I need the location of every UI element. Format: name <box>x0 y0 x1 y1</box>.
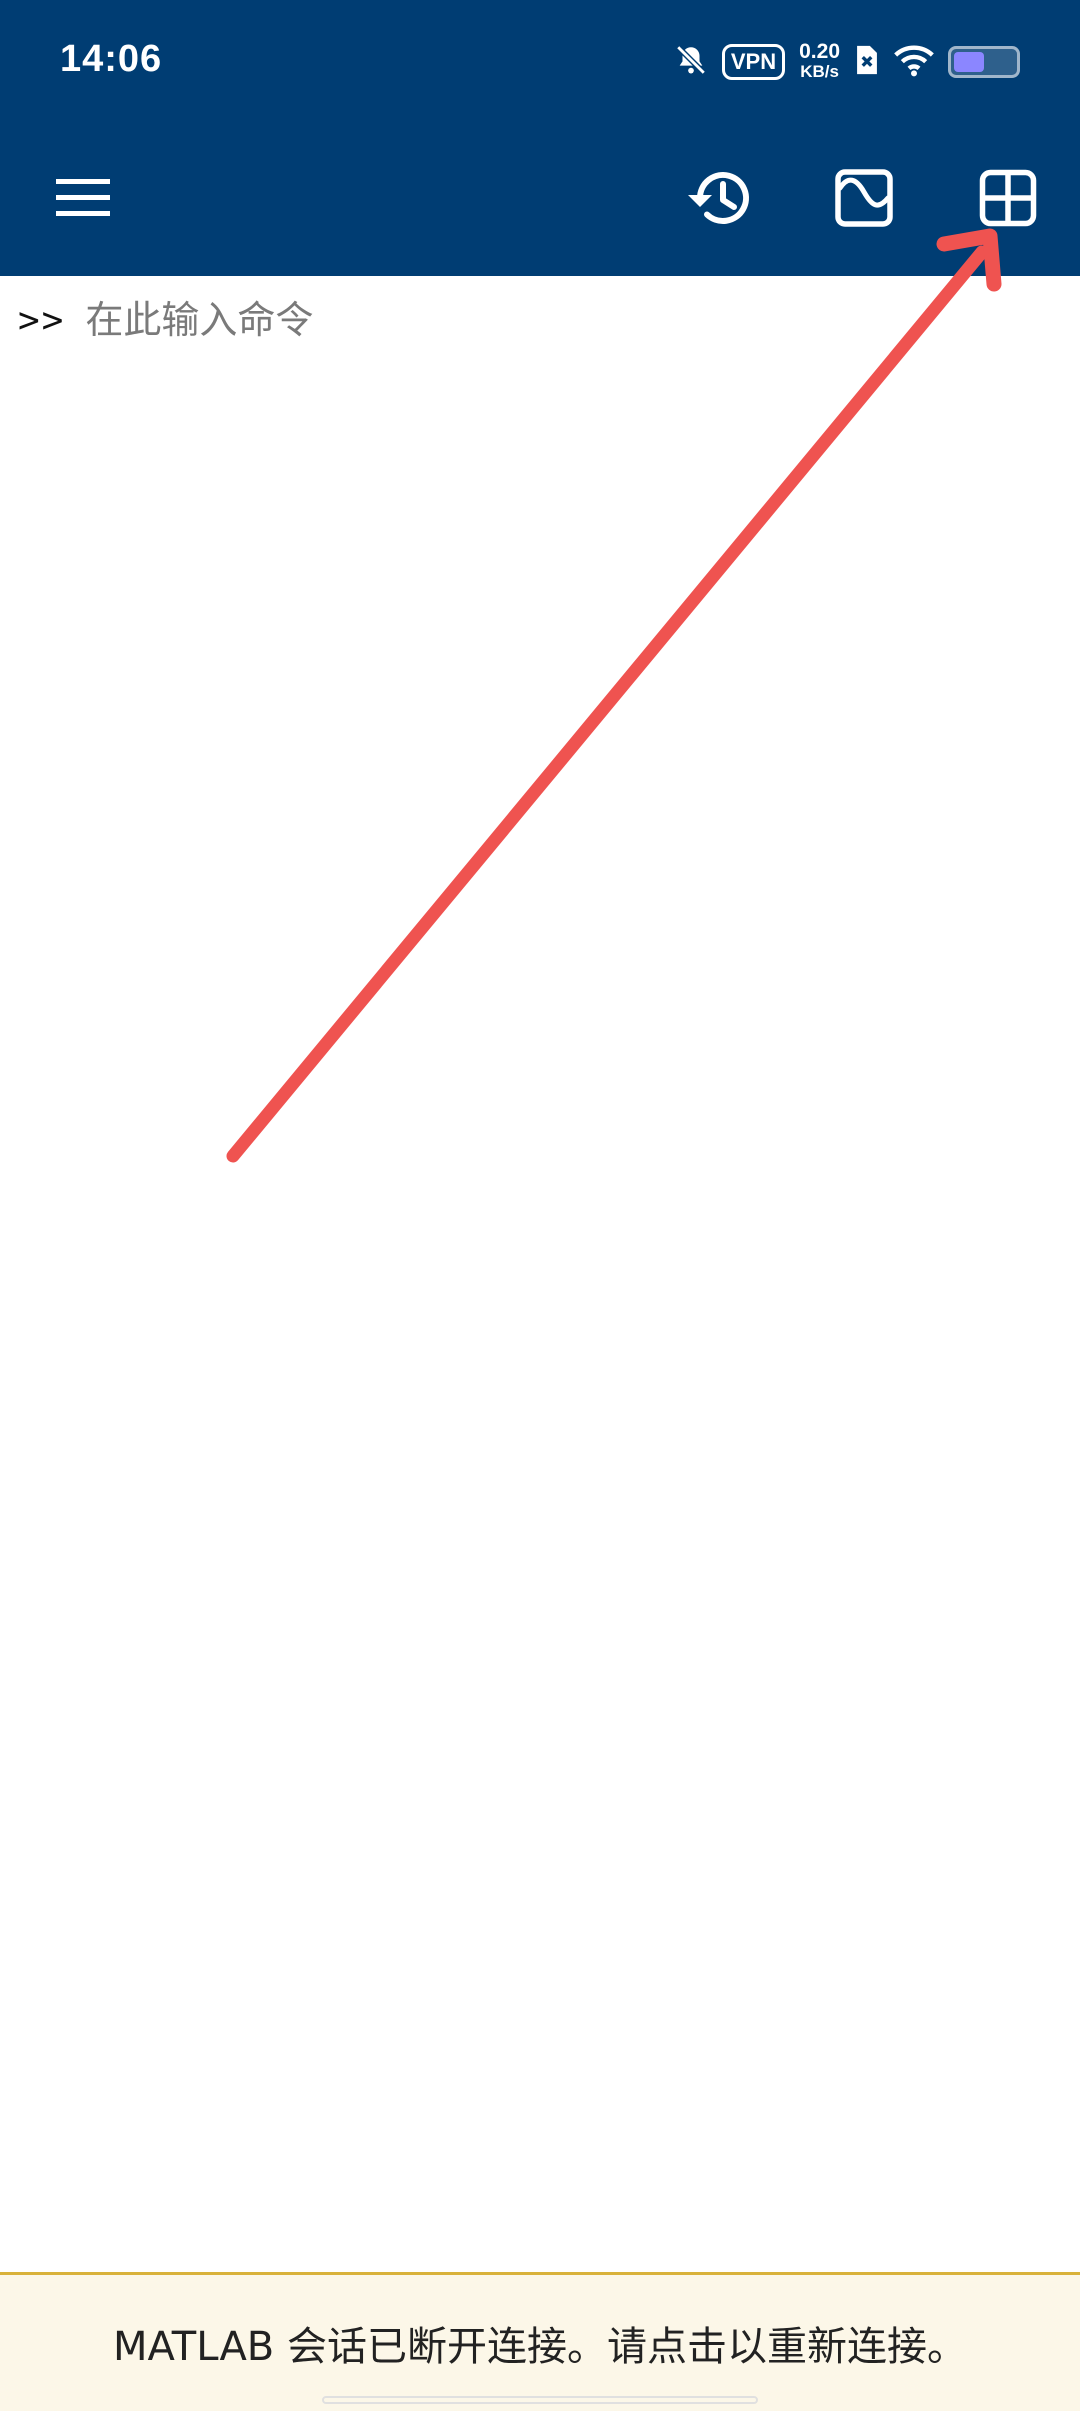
command-history-button[interactable] <box>670 148 770 248</box>
annotation-arrow-shaft <box>226 245 989 1163</box>
home-indicator[interactable] <box>322 2396 758 2404</box>
status-time: 14:06 <box>60 38 163 80</box>
vpn-icon: VPN <box>721 44 786 80</box>
command-input[interactable] <box>85 298 986 342</box>
battery-icon <box>948 46 1020 78</box>
reconnect-message: MATLAB 会话已断开连接。请点击以重新连接。 <box>113 2324 967 2370</box>
command-line: >> <box>18 292 986 348</box>
battery-level <box>954 52 984 72</box>
net-speed-unit: KB/s <box>800 62 839 81</box>
app-header: 14:06 VPN 0.20 KB/s <box>0 0 1080 276</box>
bell-muted-icon <box>674 43 708 81</box>
workspace-button[interactable] <box>958 148 1058 248</box>
menu-button[interactable] <box>34 148 134 248</box>
menu-icon <box>56 179 110 216</box>
plot-button[interactable] <box>814 148 914 248</box>
plot-icon <box>835 169 893 227</box>
sim-no-signal-icon <box>854 43 880 81</box>
command-prompt: >> <box>18 299 66 341</box>
status-icons: VPN 0.20 KB/s <box>674 40 1020 84</box>
app-toolbar <box>0 120 1080 276</box>
wifi-icon <box>894 43 934 81</box>
workspace-grid-icon <box>979 169 1037 227</box>
net-speed: 0.20 KB/s <box>799 40 840 82</box>
history-icon <box>688 171 749 224</box>
net-speed-value: 0.20 <box>799 40 840 63</box>
annotation-arrow <box>226 228 1002 1163</box>
reconnect-banner[interactable]: MATLAB 会话已断开连接。请点击以重新连接。 <box>0 2272 1080 2411</box>
status-bar: 14:06 VPN 0.20 KB/s <box>0 0 1080 120</box>
